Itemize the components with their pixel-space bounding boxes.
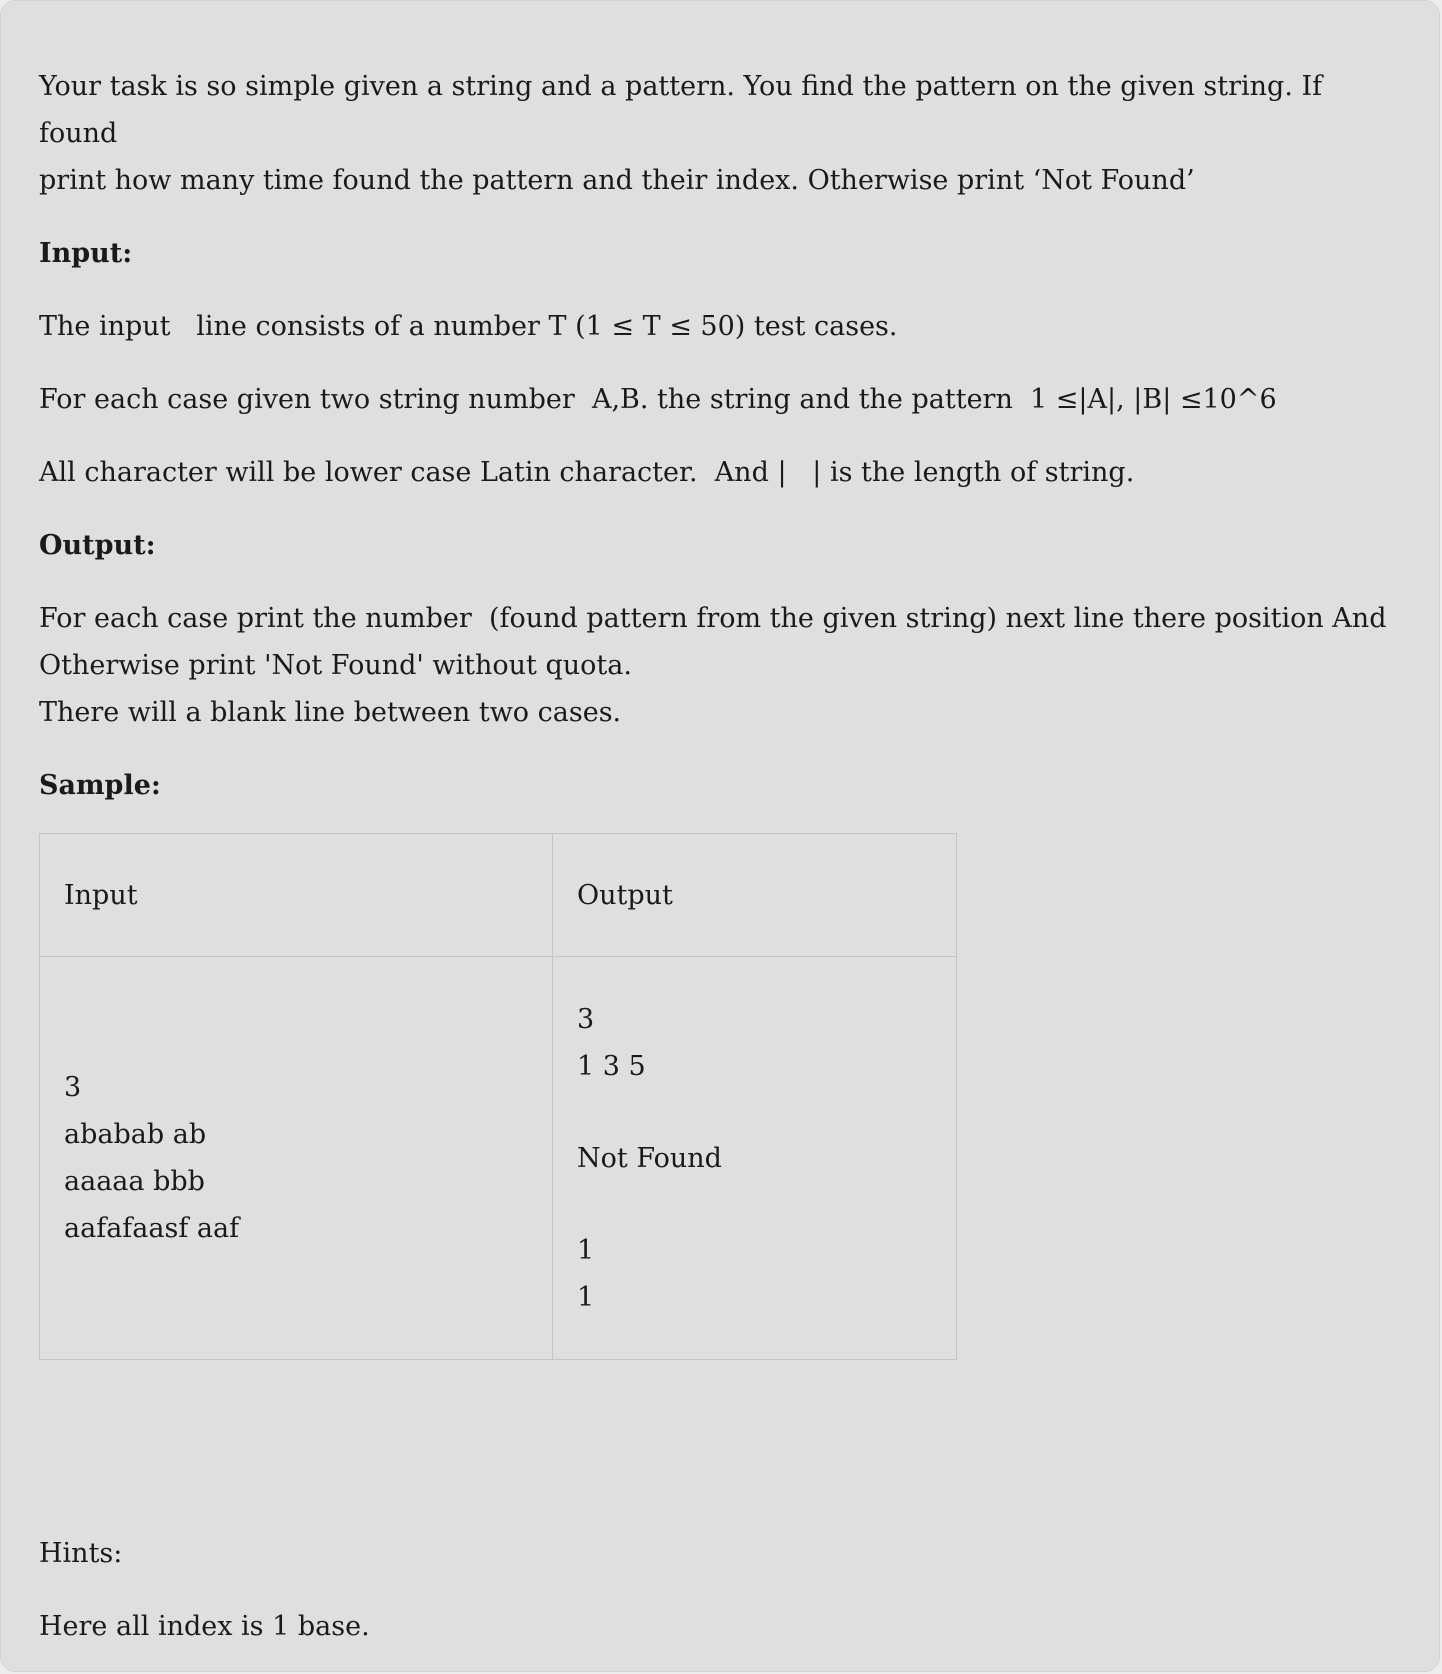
- sample-output-line: 3: [577, 1003, 595, 1035]
- sample-input-line: aafafaasf aaf: [64, 1213, 240, 1244]
- output-line-3: There will a blank line between two case…: [39, 697, 622, 728]
- sample-input-line: ababab ab: [64, 1119, 207, 1150]
- problem-panel: Your task is so simple given a string an…: [0, 0, 1440, 1672]
- input-heading: Input:: [39, 238, 133, 269]
- sample-heading: Sample:: [39, 770, 161, 801]
- sample-output-line: 1: [577, 1281, 595, 1313]
- sample-input-cell: 3 ababab ab aaaaa bbb aafafaasf aaf: [39, 956, 553, 1360]
- sample-input-line: aaaaa bbb: [64, 1166, 205, 1197]
- input-line-3: All character will be lower case Latin c…: [39, 457, 1135, 488]
- sample-output-line: 1: [577, 1234, 595, 1266]
- intro-line-1: Your task is so simple given a string an…: [39, 71, 1323, 149]
- output-heading: Output:: [39, 530, 156, 561]
- sample-input-line: 3: [64, 1072, 82, 1103]
- input-line-1: The input line consists of a number T (1…: [39, 311, 898, 342]
- input-line-2: For each case given two string number A,…: [39, 384, 1277, 415]
- sample-table-header-row: Input Output: [39, 833, 957, 957]
- sample-output-cell: 3 1 3 5 Not Found 1 1: [552, 956, 957, 1360]
- sample-table: Input Output 3 ababab ab aaaaa bbb aafaf…: [39, 833, 957, 1360]
- output-line-2: Otherwise print 'Not Found' without quot…: [39, 650, 632, 681]
- hints-heading: Hints:: [39, 1538, 123, 1569]
- output-line-1: For each case print the number (found pa…: [39, 603, 1387, 634]
- sample-output-blank-line: [577, 1090, 932, 1135]
- sample-table-row: 3 ababab ab aaaaa bbb aafafaasf aaf 3 1 …: [39, 956, 957, 1360]
- sample-output-line: 1 3 5: [577, 1050, 646, 1082]
- sample-input-header: Input: [39, 833, 553, 957]
- hints-text: Here all index is 1 base.: [39, 1611, 370, 1642]
- sample-output-blank-line: [577, 1182, 932, 1227]
- intro-line-2: print how many time found the pattern an…: [39, 165, 1195, 196]
- sample-output-lines: 3 1 3 5 Not Found 1 1: [577, 996, 932, 1321]
- sample-input-lines: 3 ababab ab aaaaa bbb aafafaasf aaf: [64, 1064, 528, 1252]
- sample-output-header: Output: [552, 833, 957, 957]
- sample-output-line: Not Found: [577, 1142, 722, 1174]
- problem-content: Your task is so simple given a string an…: [39, 63, 1399, 1650]
